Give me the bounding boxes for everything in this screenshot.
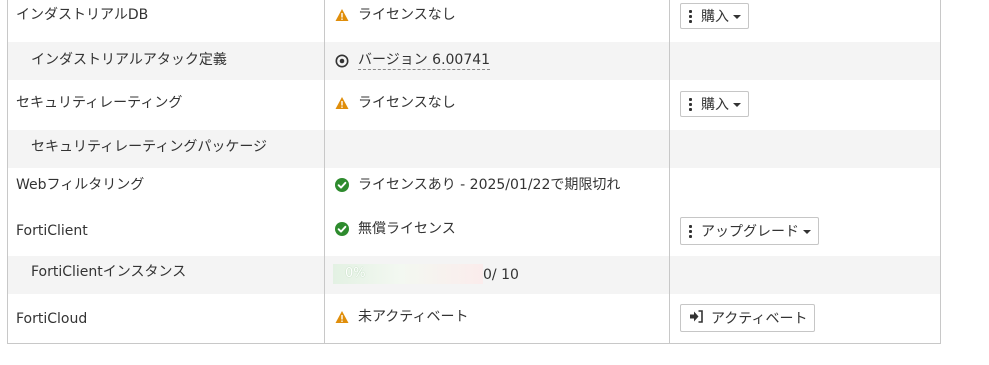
more-vertical-icon [689,223,692,240]
check-circle-icon [335,178,349,192]
button-label: アップグレード [701,224,799,240]
status-text: ライセンスなし [358,95,456,111]
button-label: 購入 [701,97,729,113]
caret-down-icon [733,15,741,19]
purchase-button[interactable]: 購入 [680,3,749,29]
sign-in-icon [689,309,703,327]
table-row: インダストリアルDB ライセンスなし 購入 [8,0,940,42]
status-text: ライセンスあり - 2025/01/22で期限切れ [358,177,621,193]
more-vertical-icon [689,96,692,113]
progress-percent: 0% [345,266,366,281]
table-row: インダストリアルアタック定義 バージョン 6.00741 [8,42,940,80]
caret-down-icon [733,103,741,107]
button-label: アクティベート [711,311,808,327]
table-row: Webフィルタリング ライセンスあり - 2025/01/22で期限切れ [8,168,940,206]
purchase-button[interactable]: 購入 [680,91,749,117]
row-status: ライセンスなし [335,94,456,112]
row-name: FortiClientインスタンス [31,264,187,280]
version-link[interactable]: バージョン 6.00741 [358,51,491,70]
row-status: ライセンスなし [335,6,456,24]
table-row: FortiClientインスタンス 0% 0/ 10 [8,256,940,294]
warning-icon [335,8,349,22]
warning-icon [335,310,349,324]
activate-button[interactable]: アクティベート [680,304,816,332]
more-vertical-icon [689,8,692,25]
status-text: ライセンスなし [358,7,456,23]
row-name: Webフィルタリング [16,177,145,193]
row-status: バージョン 6.00741 [335,51,491,70]
table-row: FortiCloud 未アクティベート アクティベート [8,294,940,344]
check-circle-icon [335,222,349,236]
row-name: インダストリアルDB [16,7,149,23]
table-row: セキュリティレーティング ライセンスなし 購入 [8,80,940,130]
warning-icon [335,96,349,110]
row-name: FortiCloud [16,311,88,327]
row-status: 無償ライセンス [335,220,456,238]
license-table: インダストリアルDB ライセンスなし 購入 インダストリアルアタック定義 バージ… [7,0,941,344]
table-row: セキュリティレーティングパッケージ [8,130,940,168]
row-status: ライセンスあり - 2025/01/22で期限切れ [335,176,620,194]
status-text: 未アクティベート [358,309,469,325]
status-text: 無償ライセンス [358,221,456,237]
instance-progress-bar: 0% [333,264,483,284]
button-label: 購入 [701,9,729,25]
row-name: セキュリティレーティング [16,95,183,111]
row-name: セキュリティレーティングパッケージ [31,139,268,155]
row-status: 未アクティベート [335,308,468,326]
upgrade-button[interactable]: アップグレード [680,217,819,245]
version-circle-icon [335,54,349,68]
row-name: FortiClient [16,223,88,239]
caret-down-icon [803,230,811,234]
table-row: FortiClient 無償ライセンス アップグレード [8,206,940,256]
instance-quota: 0/ 10 [483,267,519,283]
row-name: インダストリアルアタック定義 [31,52,227,68]
